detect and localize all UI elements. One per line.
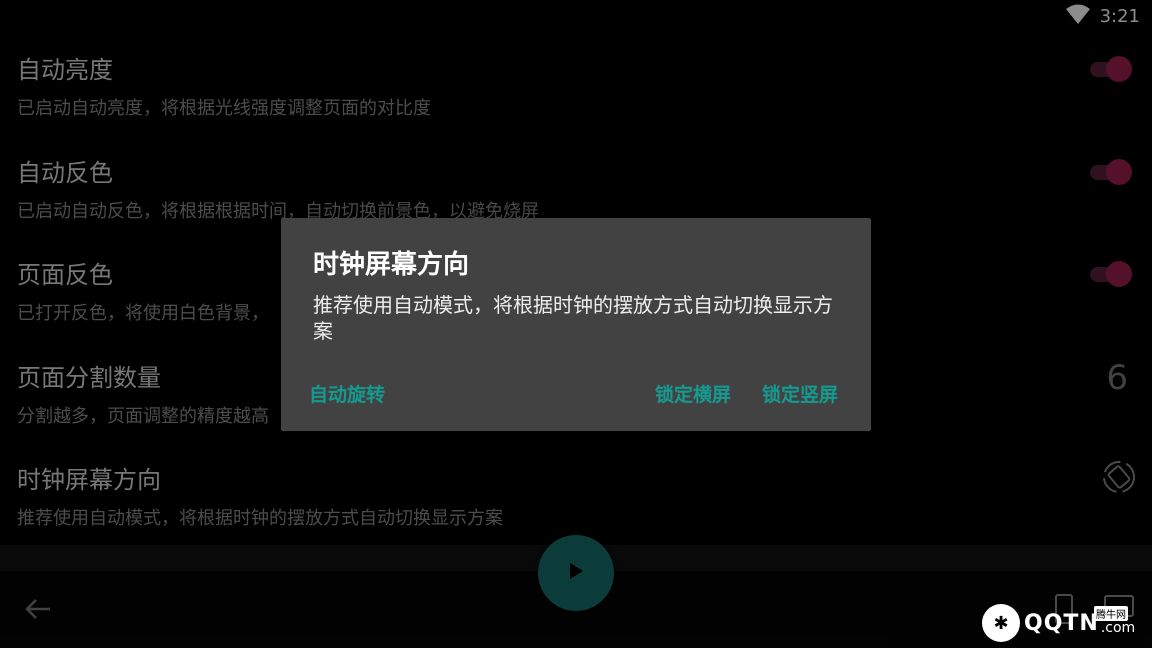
lock-portrait-button[interactable]: 锁定竖屏 [762, 380, 838, 407]
watermark-brand: QQTN [1024, 610, 1099, 636]
watermark-suffix: .com [1100, 620, 1136, 636]
watermark-logo-icon: ✱ [982, 604, 1020, 642]
orientation-dialog: 时钟屏幕方向 推荐使用自动模式，将根据时钟的摆放方式自动切换显示方案 自动旋转 … [281, 218, 871, 431]
dialog-title: 时钟屏幕方向 [313, 250, 470, 280]
watermark: ✱ QQTN .com 腾牛网 [982, 604, 1135, 642]
lock-landscape-button[interactable]: 锁定横屏 [655, 380, 731, 407]
auto-rotate-button[interactable]: 自动旋转 [309, 380, 385, 407]
watermark-tag: 腾牛网 [1094, 606, 1128, 621]
dialog-message: 推荐使用自动模式，将根据时钟的摆放方式自动切换显示方案 [313, 293, 833, 343]
